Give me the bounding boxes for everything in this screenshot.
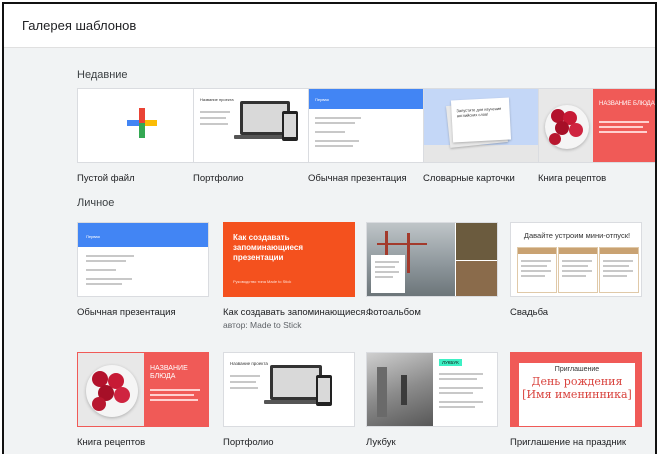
card-caption: Как создавать запоминающиеся...	[223, 307, 374, 318]
thumb-title: Название проекта	[200, 97, 234, 102]
thumb-wedding: Давайте устроим мини-отпуск!	[510, 222, 642, 297]
section-title-recent: Недавние	[77, 69, 128, 81]
card-caption: Словарные карточки	[423, 173, 515, 184]
card-caption: Книга рецептов	[77, 437, 146, 448]
thumb-big-title: День рождения [Имя именинника]	[522, 375, 632, 402]
card-caption: Приглашение на праздник	[510, 437, 627, 448]
strawberries-image	[539, 89, 593, 162]
card-caption: Лукбук	[366, 437, 396, 448]
thumb-text: Запустите для изучения английских слов!	[456, 105, 502, 119]
thumb-label: Первая	[86, 234, 100, 239]
thumb-title: Название проекта	[230, 361, 268, 366]
strawberries-image	[78, 353, 144, 426]
street-photo	[367, 353, 433, 426]
card-memorable-presentations[interactable]: Как создавать запоминающиеся презентации…	[223, 222, 374, 331]
thumb-title: НАЗВАНИЕ БЛЮДА	[150, 365, 188, 380]
card-caption: Портфолио	[193, 173, 244, 184]
thumb-portfolio: Название проекта	[193, 88, 325, 163]
card-caption: Пустой файл	[77, 173, 135, 184]
gallery-content: Недавние Пустой файл Название проекта По…	[4, 48, 655, 454]
page-title: Галерея шаблонов	[22, 18, 137, 33]
card-caption: Фотоальбом	[366, 307, 421, 318]
table-photo	[456, 261, 497, 296]
card-photo-album[interactable]: Фотоальбом	[366, 222, 498, 318]
laptop-icon	[270, 365, 322, 400]
thumb-simple-presentation-2: Первая	[77, 222, 209, 297]
card-party-invite[interactable]: Приглашение День рождения [Имя именинник…	[510, 352, 642, 448]
card-vocab-cards[interactable]: Запустите для изучения английских слов! …	[423, 88, 555, 184]
phone-icon	[316, 375, 332, 406]
card-caption: Книга рецептов	[538, 173, 607, 184]
thumb-vocab-cards: Запустите для изучения английских слов!	[423, 88, 555, 163]
thumb-subtitle: Руководство типа Made to Stick	[233, 279, 292, 284]
header: Галерея шаблонов	[4, 4, 655, 48]
thumb-small-title: Приглашение	[554, 366, 600, 373]
thumb-recipe-book-2: НАЗВАНИЕ БЛЮДА	[77, 352, 209, 427]
card-recipe-book[interactable]: НАЗВАНИЕ БЛЮДА Книга рецептов	[538, 88, 655, 184]
card-portfolio[interactable]: Название проекта Портфолио	[193, 88, 325, 184]
thumb-simple-presentation: Первая	[308, 88, 440, 163]
card-caption: Обычная презентация	[308, 173, 407, 184]
thumb-title: ЛУКБУК	[439, 359, 462, 366]
plus-icon	[127, 108, 157, 138]
card-portfolio-2[interactable]: Название проекта Портфолио	[223, 352, 355, 448]
card-caption: Портфолио	[223, 437, 274, 448]
thumb-blank-file	[77, 88, 209, 163]
card-simple-presentation-2[interactable]: Первая Обычная презентация	[77, 222, 209, 318]
thumb-portfolio-2: Название проекта	[223, 352, 355, 427]
card-wedding[interactable]: Давайте устроим мини-отпуск! Свадьба	[510, 222, 642, 318]
thumb-title: Как создавать запоминающиеся презентации	[233, 233, 304, 262]
coffee-photo	[456, 223, 497, 260]
thumb-recipe-book: НАЗВАНИЕ БЛЮДА	[538, 88, 655, 163]
thumb-memorable-presentations: Как создавать запоминающиеся презентации…	[223, 222, 355, 297]
card-recipe-book-2[interactable]: НАЗВАНИЕ БЛЮДА Книга рецептов	[77, 352, 209, 448]
card-blank-file[interactable]: Пустой файл	[77, 88, 209, 184]
card-caption: Свадьба	[510, 307, 549, 318]
card-lookbook[interactable]: ЛУКБУК Лукбук	[366, 352, 498, 448]
card-caption: Обычная презентация	[77, 307, 176, 318]
thumb-lookbook: ЛУКБУК	[366, 352, 498, 427]
thumb-title: Давайте устроим мини-отпуск!	[523, 231, 631, 240]
thumb-label: Первая	[315, 97, 329, 102]
section-title-personal: Личное	[77, 197, 115, 209]
card-author: автор: Made to Stick	[223, 320, 302, 331]
card-simple-presentation[interactable]: Первая Обычная презентация	[308, 88, 440, 184]
thumb-party-invite: Приглашение День рождения [Имя именинник…	[510, 352, 642, 427]
phone-icon	[282, 111, 298, 141]
thumb-title: НАЗВАНИЕ БЛЮДА	[599, 101, 655, 107]
template-gallery-window: Галерея шаблонов Недавние Пустой файл На…	[2, 2, 657, 454]
thumb-photo-album	[366, 222, 498, 297]
